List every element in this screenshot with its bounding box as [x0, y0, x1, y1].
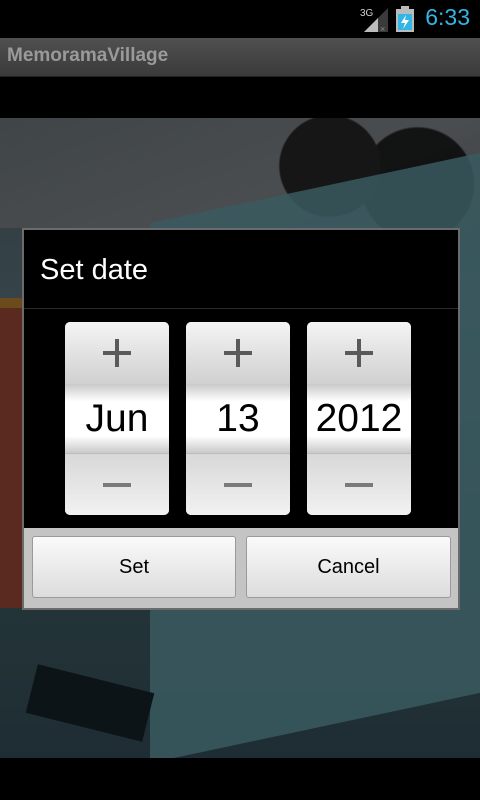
minus-icon	[345, 483, 373, 487]
dialog-button-bar: Set Cancel	[24, 528, 458, 608]
plus-icon	[103, 339, 131, 367]
day-increment-button[interactable]	[186, 322, 290, 385]
action-bar: MemoramaVillage	[0, 38, 480, 77]
year-picker: 2012	[307, 322, 411, 515]
app-title: MemoramaVillage	[7, 45, 169, 66]
status-bar: 3G × 6:33	[0, 0, 480, 38]
bottom-bar	[0, 758, 480, 800]
minus-icon	[103, 483, 131, 487]
month-value[interactable]: Jun	[65, 384, 169, 453]
set-button[interactable]: Set	[32, 536, 236, 598]
dialog-divider	[24, 308, 458, 309]
status-time: 6:33	[425, 4, 470, 30]
day-decrement-button[interactable]	[186, 453, 290, 515]
year-increment-button[interactable]	[307, 322, 411, 385]
plus-icon	[224, 339, 252, 367]
network-type-label: 3G	[360, 8, 374, 19]
month-decrement-button[interactable]	[65, 453, 169, 515]
minus-icon	[224, 483, 252, 487]
cancel-button[interactable]: Cancel	[246, 536, 451, 598]
svg-text:×: ×	[380, 24, 385, 34]
month-picker: Jun	[65, 322, 169, 515]
battery-charging-icon	[396, 6, 414, 32]
day-value[interactable]: 13	[186, 384, 290, 453]
year-decrement-button[interactable]	[307, 453, 411, 515]
day-picker: 13	[186, 322, 290, 515]
year-value[interactable]: 2012	[307, 384, 411, 453]
dialog-title: Set date	[40, 254, 149, 286]
month-increment-button[interactable]	[65, 322, 169, 385]
plus-icon	[345, 339, 373, 367]
date-picker-dialog: Set date Jun 13 2012 Set Cancel	[22, 228, 460, 610]
signal-icon: 3G ×	[360, 8, 388, 34]
